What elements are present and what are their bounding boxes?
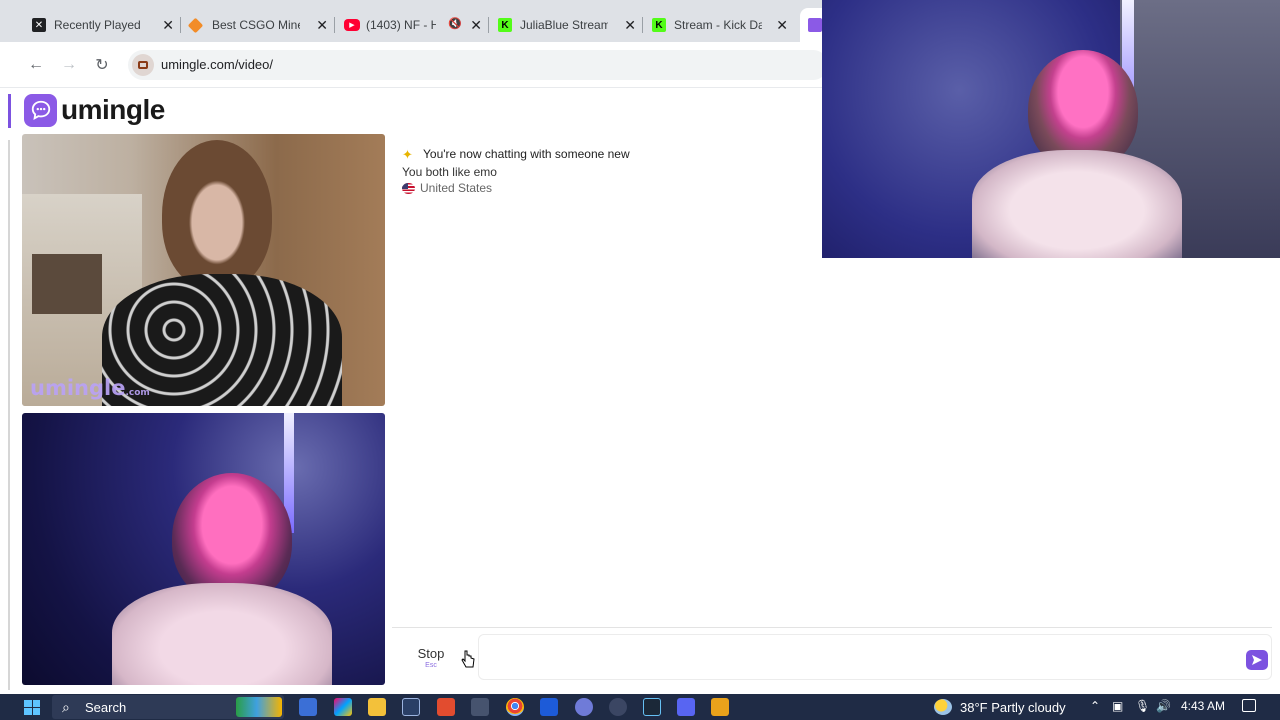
url-text[interactable]: umingle.com/video/ [161, 57, 273, 72]
network-icon[interactable]: ▣ [1112, 699, 1123, 713]
taskbar-search[interactable]: ⌕ Search [52, 695, 284, 719]
close-icon[interactable]: ✕ [776, 17, 788, 34]
taskbar-app-icon[interactable] [540, 698, 558, 716]
taskbar-app-icon[interactable] [437, 698, 455, 716]
watermark-suffix: .com [125, 388, 150, 398]
taskbar-app-icon[interactable] [402, 698, 420, 716]
clock[interactable]: 4:43 AM [1181, 699, 1225, 713]
microphone-icon[interactable]: 🎙 [1135, 699, 1150, 713]
forward-icon[interactable]: → [58, 54, 80, 76]
taskbar-app-icon[interactable] [575, 698, 593, 716]
esc-hint: Esc [425, 661, 437, 669]
message-input[interactable] [478, 634, 1272, 680]
file-explorer-icon[interactable] [368, 698, 386, 716]
common-interest-message: You both like emo [402, 165, 497, 179]
search-highlight-image [236, 697, 282, 717]
partly-cloudy-icon [934, 699, 952, 715]
chat-bubble-icon [24, 93, 57, 127]
chrome-icon[interactable] [506, 698, 524, 716]
notification-icon[interactable] [1242, 699, 1256, 712]
tab-best-csgo-mines[interactable]: Best CSGO Mines ✕ [180, 8, 332, 42]
umingle-watermark: umingle.com [30, 376, 150, 400]
tab-recently-played[interactable]: ✕ Recently Played – ✕ [22, 8, 178, 42]
stranger-video: umingle.com [22, 134, 385, 406]
sparkle-icon: ✦ [402, 147, 413, 162]
back-icon[interactable]: ← [25, 54, 47, 76]
send-arrow-icon [1252, 655, 1262, 665]
kick-icon: K [498, 18, 512, 32]
tab-title: Stream - Kick Das [674, 18, 762, 32]
close-icon[interactable]: ✕ [316, 17, 328, 34]
youtube-icon: ▶ [344, 19, 360, 31]
weather-widget[interactable]: 38°F Partly cloudy [934, 699, 1066, 715]
self-video [22, 413, 385, 685]
location-text: United States [420, 181, 493, 195]
logo-text: umingle [61, 94, 165, 125]
steam-icon[interactable] [643, 698, 661, 716]
system-message-text: You're now chatting with someone new [423, 147, 630, 161]
umingle-favicon-icon [808, 18, 822, 32]
send-button[interactable] [1246, 650, 1268, 670]
taskbar-app-icon[interactable] [711, 698, 729, 716]
reload-icon[interactable]: ↻ [91, 54, 113, 76]
copilot-icon[interactable] [334, 698, 352, 716]
streamer-shirt [972, 150, 1182, 258]
tab-title: (1403) NF - H [366, 18, 436, 32]
tab-kick-stream[interactable]: K Stream - Kick Das ✕ [642, 8, 792, 42]
tab-juliablue-stream[interactable]: K JuliaBlue Stream ✕ [488, 8, 640, 42]
tab-umingle-active[interactable] [800, 8, 822, 42]
chevron-up-icon[interactable]: ⌃ [1090, 699, 1100, 713]
umingle-logo[interactable]: umingle [24, 92, 165, 128]
task-view-icon[interactable] [299, 698, 317, 716]
search-icon: ⌕ [62, 699, 70, 715]
close-icon[interactable]: ✕ [470, 17, 482, 34]
self-person-shirt [112, 583, 332, 685]
page-left-divider [8, 140, 14, 690]
tab-title: Recently Played – [54, 18, 142, 32]
stop-label: Stop [417, 645, 445, 661]
stranger-location: United States [402, 181, 492, 195]
stop-button[interactable]: Stop Esc [392, 634, 470, 680]
x-logo-icon: ✕ [32, 18, 46, 32]
windows-taskbar: ⌕ Search 38°F Partly cloudy ⌃ ▣ 🎙 🔊 4:43… [0, 694, 1280, 720]
address-bar[interactable]: umingle.com/video/ [128, 50, 828, 80]
tab-title: JuliaBlue Stream [520, 18, 608, 32]
streamer-webcam-overlay [822, 0, 1280, 258]
hand-cursor-icon [461, 650, 475, 668]
tab-title: Best CSGO Mines [212, 18, 300, 32]
orange-diamond-icon [187, 17, 204, 34]
us-flag-icon [402, 182, 415, 194]
close-icon[interactable]: ✕ [624, 17, 636, 34]
kick-icon: K [652, 18, 666, 32]
stranger-person [162, 140, 272, 290]
tab-youtube[interactable]: ▶ (1403) NF - H 🔇 ✕ [334, 8, 486, 42]
background-shelf-items [32, 254, 102, 314]
taskbar-app-icon[interactable] [471, 698, 489, 716]
muted-speaker-icon[interactable]: 🔇 [448, 17, 462, 30]
discord-icon[interactable] [677, 698, 695, 716]
close-icon[interactable]: ✕ [162, 17, 174, 34]
accent-bar [8, 94, 11, 128]
watermark-text: umingle [30, 376, 126, 400]
speaker-icon[interactable]: 🔊 [1156, 699, 1171, 713]
search-label: Search [85, 700, 127, 715]
system-message-new-chat: ✦ You're now chatting with someone new [402, 147, 630, 162]
windows-start-icon[interactable] [24, 700, 40, 715]
taskbar-app-icon[interactable] [609, 698, 627, 716]
weather-text: 38°F Partly cloudy [960, 699, 1066, 715]
camera-permission-icon[interactable] [132, 54, 154, 76]
